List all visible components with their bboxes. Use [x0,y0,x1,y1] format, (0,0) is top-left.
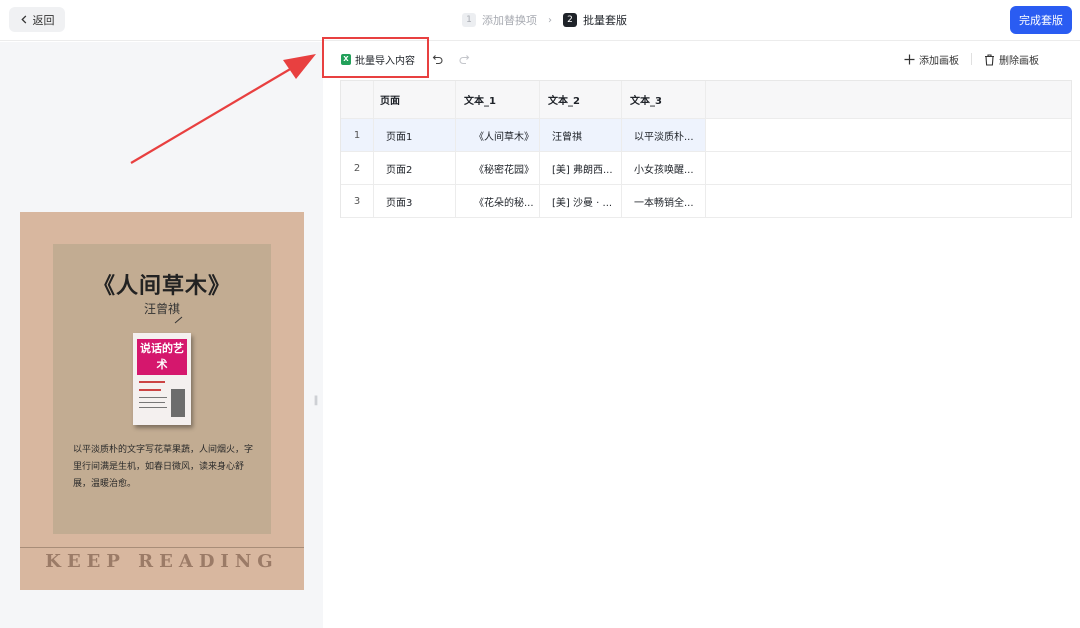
table-cell[interactable]: 页面1 [374,119,456,151]
poster-footer-text: KEEP READING [45,551,279,572]
step-number: 2 [563,13,577,27]
back-button[interactable]: 返回 [9,7,65,32]
back-label: 返回 [32,13,55,27]
table-cell[interactable]: 《花朵的秘... [456,185,540,217]
add-board-label: 添加画板 [919,56,959,67]
column-header[interactable]: 文本_3 [622,81,706,118]
table-cell[interactable]: 《秘密花园》 [456,152,540,184]
poster-description: 以平淡质朴的文字写花草果蔬，人间烟火，字里行间满是生机，如春日微风，读来身心舒展… [73,445,254,489]
chevron-left-icon [20,15,26,24]
redo-icon[interactable] [458,53,470,65]
add-board-button[interactable]: 添加画板 [904,52,959,67]
table-row[interactable]: 3 页面3 《花朵的秘... [美] 沙曼 · ... 一本畅销全... [341,185,1071,218]
step-number: 1 [462,13,476,27]
table-cell[interactable]: 《人间草木》 [456,119,540,151]
step-add-replacement[interactable]: 1 添加替换项 [462,12,537,28]
step-batch-template[interactable]: 2 批量套版 [563,12,627,28]
table-cell[interactable]: 页面2 [374,152,456,184]
app-root: 返回 1 添加替换项 › 2 批量套版 完成套版 ‖ 《人间草木》 汪曾祺 说话… [0,0,1080,628]
book-author-photo [171,389,185,417]
table-cell[interactable]: 页面3 [374,185,456,217]
pen-mark-icon [174,316,183,324]
resize-handle[interactable]: ‖ [311,393,321,407]
poster-preview: 《人间草木》 汪曾祺 说话的艺术 以平淡质朴的文字写花草果蔬，人间烟火，字里行间… [20,212,304,590]
top-bar: 返回 1 添加替换项 › 2 批量套版 完成套版 [0,0,1080,41]
row-index: 1 [341,119,374,151]
batch-import-label: 批量导入内容 [355,55,415,67]
delete-board-button[interactable]: 删除画板 [984,52,1039,67]
book-decoration [139,407,167,408]
table-cell[interactable]: [美] 沙曼 · ... [540,185,622,217]
poster-content-area: 《人间草木》 汪曾祺 说话的艺术 以平淡质朴的文字写花草果蔬，人间烟火，字里行间… [53,244,271,534]
table-row[interactable]: 1 页面1 《人间草木》 汪曾祺 以平淡质朴... [341,119,1071,152]
row-filler [706,185,1071,217]
plus-icon [904,54,915,65]
header-filler [706,81,1071,118]
table-header-row: 页面 文本_1 文本_2 文本_3 [341,81,1071,119]
table-cell[interactable]: 汪曾祺 [540,119,622,151]
book-decoration [139,381,165,383]
step-label: 批量套版 [583,14,627,27]
book-cover-title: 说话的艺术 [137,339,187,375]
book-decoration [139,402,165,403]
poster-author: 汪曾祺 [143,302,180,316]
row-index-header [341,81,374,118]
table-row[interactable]: 2 页面2 《秘密花园》 [美] 弗朗西... 小女孩唤醒... [341,152,1071,185]
batch-import-button[interactable]: X 批量导入内容 [331,48,421,70]
table-cell[interactable]: [美] 弗朗西... [540,152,622,184]
table-cell[interactable]: 小女孩唤醒... [622,152,706,184]
delete-board-label: 删除画板 [999,56,1039,67]
poster-divider [20,547,304,548]
table-cell[interactable]: 一本畅销全... [622,185,706,217]
poster-title: 《人间草木》 [92,273,231,299]
column-header[interactable]: 文本_1 [456,81,540,118]
excel-icon: X [341,53,351,65]
column-header[interactable]: 文本_2 [540,81,622,118]
column-header[interactable]: 页面 [374,81,456,118]
chevron-right-icon: › [548,14,552,26]
book-decoration [139,397,167,398]
finish-template-button[interactable]: 完成套版 [1010,6,1072,34]
row-index: 2 [341,152,374,184]
undo-icon[interactable] [432,53,444,65]
row-index: 3 [341,185,374,217]
toolbar-divider [971,53,972,65]
trash-icon [985,53,994,66]
content-table: 页面 文本_1 文本_2 文本_3 1 页面1 《人间草木》 汪曾祺 以平淡质朴… [340,80,1072,218]
row-filler [706,152,1071,184]
step-label: 添加替换项 [482,14,537,27]
book-decoration [139,389,161,391]
step-indicator: 1 添加替换项 › 2 批量套版 [462,12,627,28]
row-filler [706,119,1071,151]
book-cover-image: 说话的艺术 [133,333,191,425]
table-cell[interactable]: 以平淡质朴... [622,119,706,151]
